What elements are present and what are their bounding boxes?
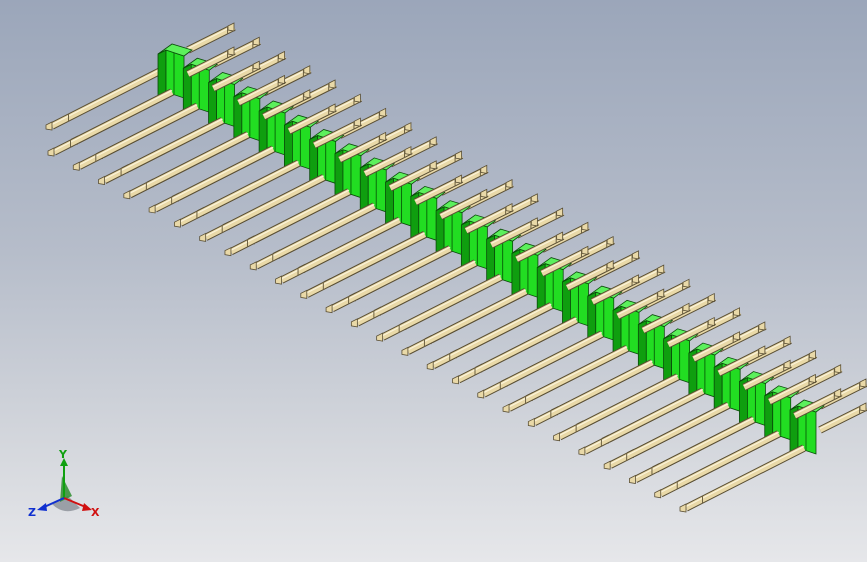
pin-header-model[interactable]	[0, 0, 867, 562]
pin-back-stub	[186, 22, 236, 54]
y-axis-label: Y	[58, 448, 68, 461]
x-axis-label: X	[91, 506, 100, 519]
z-axis-arrow-icon	[37, 503, 47, 511]
graphics-viewport[interactable]: Y X Z	[0, 0, 867, 562]
pin-front-stub	[818, 402, 867, 434]
axis-triad-icon: Y X Z	[28, 448, 100, 519]
front-row-pins	[47, 46, 867, 513]
z-axis-label: Z	[28, 506, 36, 519]
pin-back-long	[45, 62, 172, 131]
